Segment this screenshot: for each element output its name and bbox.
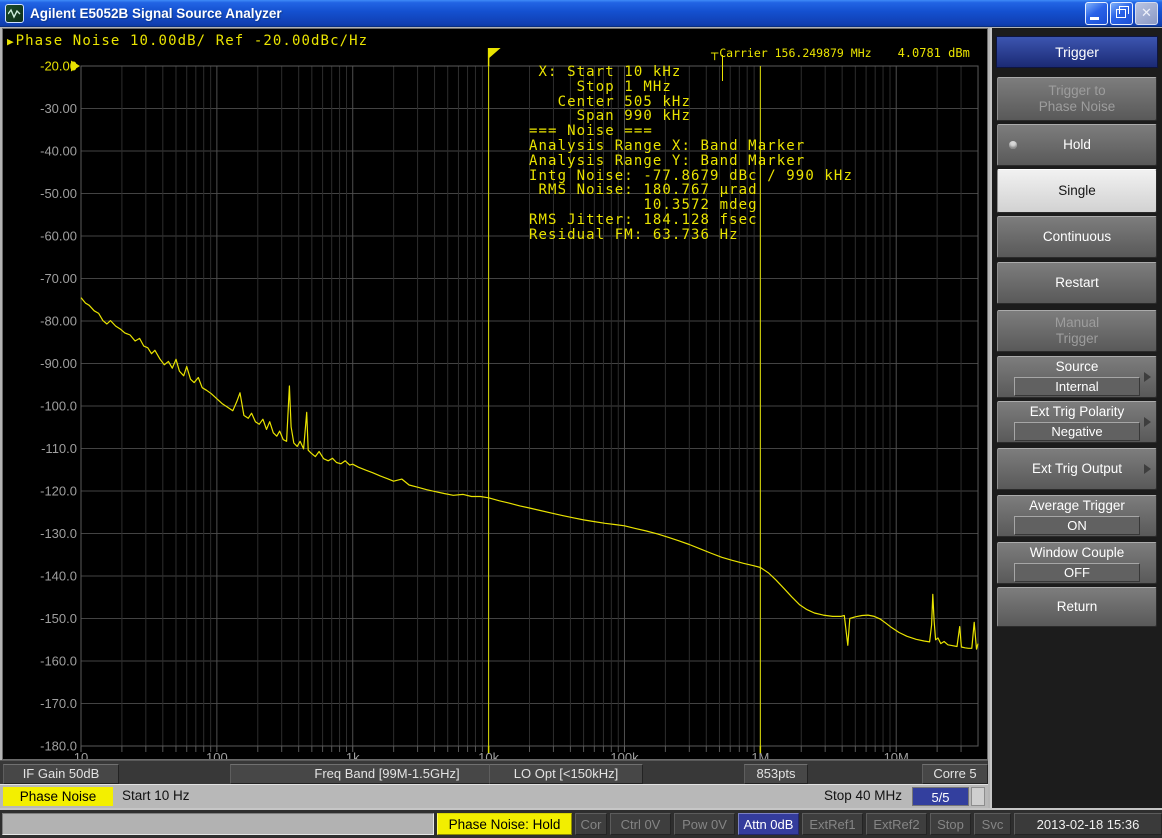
phase-noise-plot-window: -20.00-30.00-40.00-50.00-60.00-70.00-80.… [2,28,988,760]
svg-text:-80.00: -80.00 [40,314,77,329]
close-button[interactable]: ✕ [1135,2,1158,25]
measurement-status-bar: IF Gain 50dB Freq Band [99M-1.5GHz] LO O… [0,760,988,785]
indicator-cor: Cor [575,813,607,835]
svg-text:1M: 1M [751,750,769,759]
svg-text:10k: 10k [478,750,499,759]
svg-text:-150.0: -150.0 [40,611,77,626]
svg-text:-90.00: -90.00 [40,356,77,371]
page-indicator: 5/5 [912,787,969,806]
svg-text:10M: 10M [884,750,909,759]
mode-badge: Phase Noise [3,787,113,806]
trace-scale-label: ▶Phase Noise 10.00dB/ Ref -20.00dBc/Hz [7,33,368,49]
svg-text:-170.0: -170.0 [40,696,77,711]
indicator-svc: Svc [974,813,1011,835]
restore-icon [1116,9,1126,18]
submenu-arrow-icon [1144,464,1151,474]
indicator-stop: Stop [930,813,971,835]
svg-text:-70.00: -70.00 [40,271,77,286]
indicator-pow: Pow 0V [674,813,735,835]
svg-text:100: 100 [206,750,228,759]
app-waveform-icon [5,4,24,23]
submenu-arrow-icon [1144,417,1151,427]
softkey-return[interactable]: Return [997,587,1157,627]
softkey-window-couple[interactable]: Window Couple OFF [997,542,1157,584]
softkey-hold[interactable]: Hold [997,124,1157,166]
stop-frequency-label: Stop 40 MHz [824,788,902,803]
instrument-status-bar: Phase Noise: Hold Cor Ctrl 0V Pow 0V Att… [0,808,1162,838]
svg-text:-160.0: -160.0 [40,654,77,669]
svg-text:-50.00: -50.00 [40,186,77,201]
svg-text:-30.00: -30.00 [40,101,77,116]
svg-text:-110.0: -110.0 [41,441,77,456]
points-indicator: 853pts [744,764,808,784]
svg-text:-180.0: -180.0 [40,739,77,754]
minimize-button[interactable] [1085,2,1108,25]
average-trigger-value: ON [1014,516,1139,535]
softkey-menu: Trigger Trigger to Phase Noise Hold Sing… [990,28,1162,808]
softkey-continuous[interactable]: Continuous [997,216,1157,258]
minimize-icon [1090,17,1099,20]
source-value: Internal [1014,377,1139,396]
indicator-extref1: ExtRef1 [802,813,863,835]
indicator-attn: Attn 0dB [738,813,799,835]
svg-text:10: 10 [74,750,88,759]
ext-trig-polarity-value: Negative [1014,422,1139,441]
carrier-frequency: Carrier 156.249879 MHz [719,46,871,60]
softkey-restart[interactable]: Restart [997,262,1157,304]
message-area [2,813,434,835]
if-gain-indicator: IF Gain 50dB [3,764,119,784]
svg-text:100k: 100k [610,750,639,759]
e5052b-analyzer-window: { "window": { "title": "Agilent E5052B S… [0,0,1162,838]
carrier-power: 4.0781 dBm [898,46,970,60]
carrier-readout: ┬Carrier 156.249879 MHz 4.0781 dBm [711,46,970,60]
sweep-range-bar: Phase Noise Start 10 Hz Stop 40 MHz 5/5 [0,784,988,809]
softkey-ext-trig-polarity[interactable]: Ext Trig Polarity Negative [997,401,1157,443]
correction-indicator: Corre 5 [922,764,988,784]
window-title: Agilent E5052B Signal Source Analyzer [30,6,282,21]
window-couple-value: OFF [1014,563,1139,582]
submenu-arrow-icon [1144,372,1151,382]
softkey-ext-trig-output[interactable]: Ext Trig Output [997,448,1157,490]
svg-text:-100.0: -100.0 [40,399,77,414]
lo-opt-indicator: LO Opt [<150kHz] [489,764,643,784]
softkey-trigger-to-phase-noise[interactable]: Trigger to Phase Noise [997,77,1157,121]
softkey-manual-trigger[interactable]: Manual Trigger [997,310,1157,352]
indicator-extref2: ExtRef2 [866,813,927,835]
softkey-single[interactable]: Single [997,169,1157,213]
softkey-menu-title: Trigger [996,36,1158,68]
svg-text:1k: 1k [346,750,360,759]
softkey-average-trigger[interactable]: Average Trigger ON [997,495,1157,537]
restore-button[interactable] [1110,2,1133,25]
svg-text:-130.0: -130.0 [40,526,77,541]
active-trace-arrow-icon: ▶ [7,35,14,48]
hold-status-badge: Phase Noise: Hold [437,813,572,835]
radio-selected-icon [1009,141,1017,149]
page-spinner-box[interactable] [971,787,985,806]
noise-analysis-readout: X: Start 10 kHz Stop 1 MHz Center 505 kH… [529,65,853,243]
svg-text:-120.0: -120.0 [40,484,77,499]
carrier-marker-icon: ┬ [711,46,718,60]
indicator-ctrl: Ctrl 0V [610,813,671,835]
window-titlebar: Agilent E5052B Signal Source Analyzer ✕ [0,0,1162,27]
softkey-source[interactable]: Source Internal [997,356,1157,398]
start-frequency-label: Start 10 Hz [122,788,190,803]
svg-text:-40.00: -40.00 [40,144,77,159]
svg-text:-60.00: -60.00 [40,229,77,244]
datetime-display: 2013-02-18 15:36 [1014,813,1162,835]
svg-text:-140.0: -140.0 [40,569,77,584]
close-icon: ✕ [1136,3,1157,22]
